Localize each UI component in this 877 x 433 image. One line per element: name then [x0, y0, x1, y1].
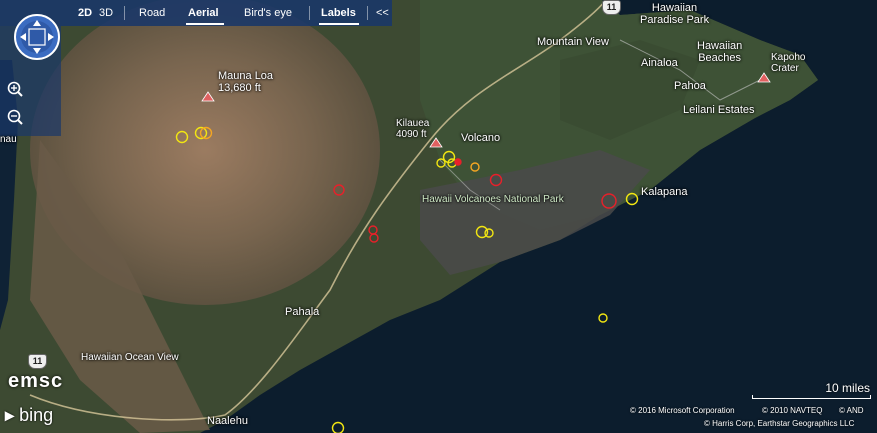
emsc-logo: emsc	[8, 370, 64, 392]
place-label-naalehu: Naalehu	[207, 415, 248, 427]
place-label-pahoa: Pahoa	[674, 80, 706, 92]
highway-shield: 11	[28, 354, 47, 369]
zoom-out-icon[interactable]	[6, 108, 24, 126]
toolbar-divider	[124, 6, 125, 20]
bing-logo-icon: ▸	[5, 405, 15, 425]
highway-shield: 11	[602, 0, 621, 15]
copyright-navteq: © 2010 NAVTEQ	[762, 406, 823, 415]
toolbar-divider	[367, 6, 368, 20]
mode-3d-button[interactable]: 3D	[99, 7, 113, 19]
place-label-leilani-estates: Leilani Estates	[683, 104, 755, 116]
copyright-and: © AND	[839, 406, 864, 415]
place-label-hawaiian-paradise-park: Hawaiian Paradise Park	[640, 2, 710, 26]
place-label-partial: nau	[0, 134, 17, 145]
scale-label: 10 miles	[825, 381, 870, 395]
place-label-kalapana: Kalapana	[641, 186, 688, 198]
quake-marker	[454, 158, 462, 166]
road-view-button[interactable]: Road	[139, 7, 165, 19]
place-label-mountain-view: Mountain View	[537, 36, 609, 48]
birds-eye-view-button[interactable]: Bird's eye	[244, 7, 292, 19]
bing-wordmark: bing	[19, 405, 54, 425]
aerial-selected-underline	[186, 23, 224, 25]
place-label-kilauea: Kilauea 4090 ft	[396, 118, 430, 140]
place-label-hawaiian-beaches: Hawaiian Beaches	[697, 40, 743, 64]
place-label-ainaloa: Ainaloa	[641, 57, 678, 69]
bing-logo[interactable]: ▸ bing	[5, 405, 53, 426]
mode-2d-button[interactable]: 2D	[78, 7, 92, 19]
scale-bar	[752, 395, 871, 399]
place-label-volcano: Volcano	[461, 132, 501, 144]
collapse-toolbar-button[interactable]: <<	[376, 7, 389, 19]
park-label-hawaii-volcanoes: Hawaii Volcanoes National Park	[422, 194, 564, 205]
copyright-microsoft: © 2016 Microsoft Corporation	[630, 406, 735, 415]
toolbar-divider	[309, 6, 310, 20]
pan-dial-icon[interactable]	[14, 14, 60, 60]
labels-selected-underline	[319, 23, 359, 25]
place-label-mauna-loa: Mauna Loa 13,680 ft	[218, 70, 274, 94]
place-label-hawaiian-ocean-view: Hawaiian Ocean View	[81, 352, 179, 363]
zoom-in-icon[interactable]	[6, 80, 24, 98]
copyright-harris: © Harris Corp, Earthstar Geographics LLC	[704, 419, 855, 428]
aerial-map[interactable]	[0, 0, 877, 433]
place-label-pahala: Pahala	[285, 306, 320, 318]
aerial-view-button[interactable]: Aerial	[188, 7, 219, 19]
labels-toggle-button[interactable]: Labels	[321, 7, 356, 19]
place-label-kapoho-crater: Kapoho Crater	[771, 52, 806, 74]
